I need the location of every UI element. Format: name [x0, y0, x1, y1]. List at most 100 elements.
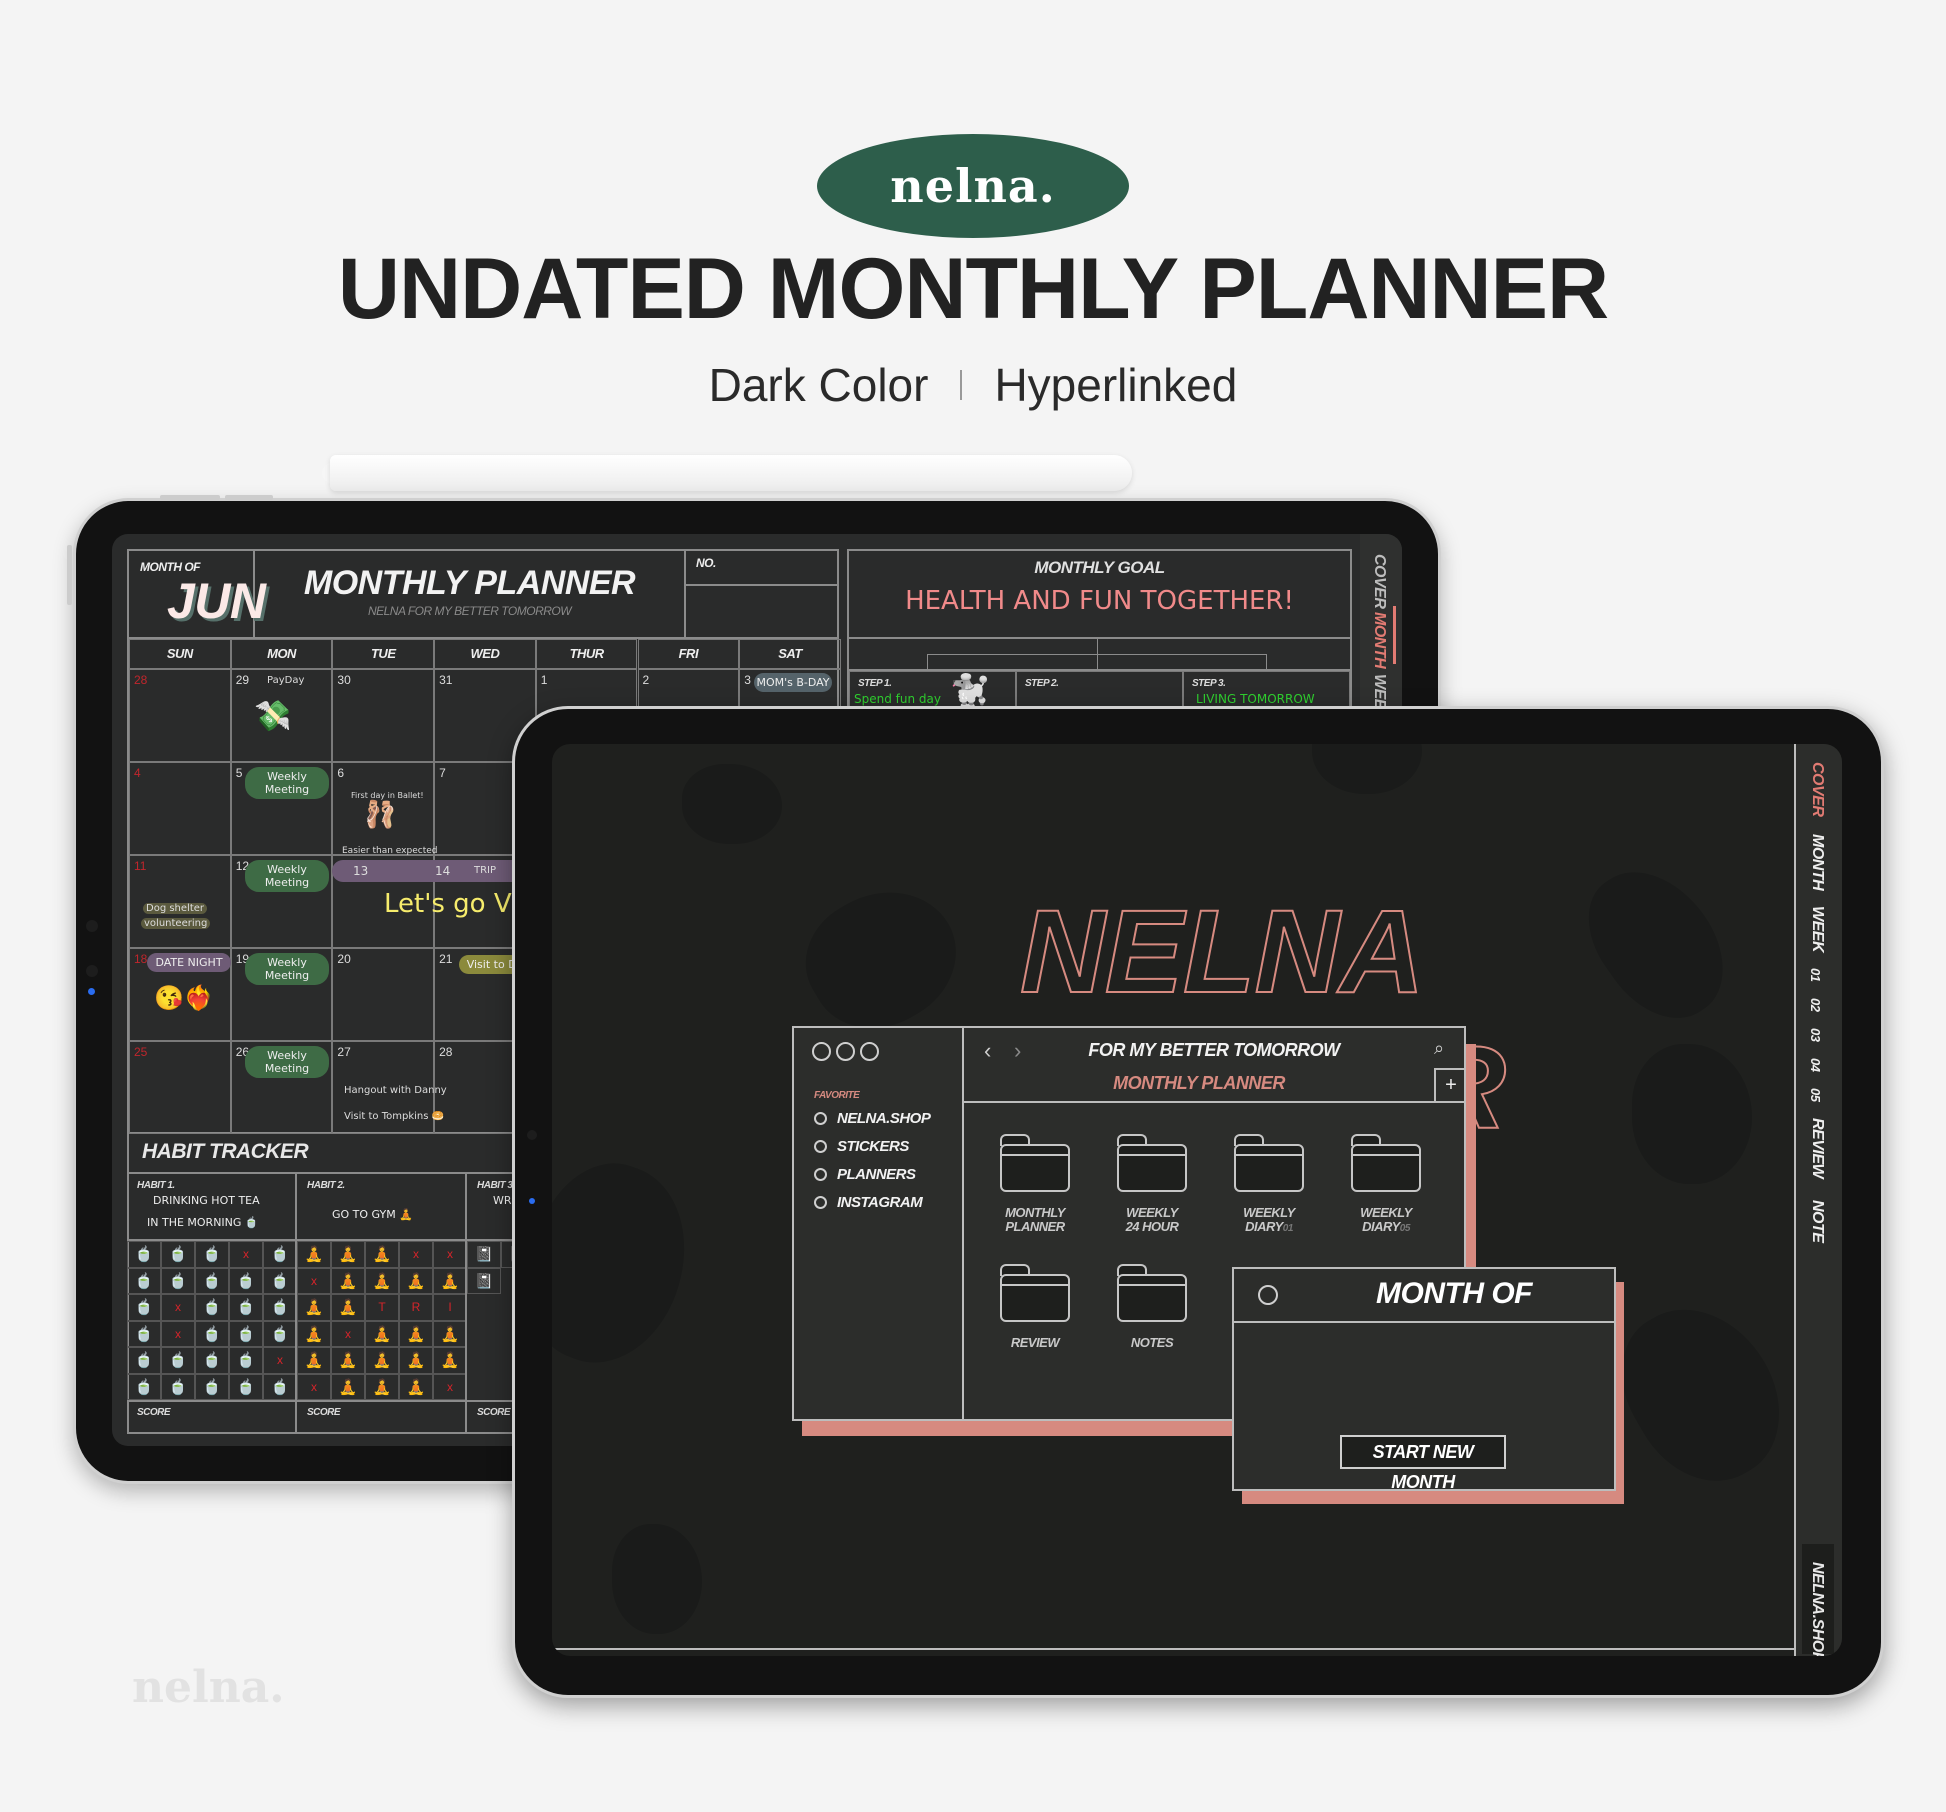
habit-check-cell[interactable]: 🍵: [127, 1294, 161, 1321]
habit-check-cell[interactable]: 🍵: [195, 1320, 229, 1347]
calendar-day-cell[interactable]: 25: [129, 1041, 231, 1134]
calendar-day-cell[interactable]: 11: [129, 855, 231, 948]
habit-check-cell[interactable]: 🍵: [195, 1373, 229, 1400]
folder-label[interactable]: WEEKLY DIARY05: [1331, 1206, 1441, 1236]
tab-note[interactable]: NOTE: [1808, 1200, 1826, 1242]
habit-check-cell[interactable]: 🧘: [297, 1241, 331, 1268]
habit-check-cell[interactable]: 🍵: [195, 1347, 229, 1374]
folder-label[interactable]: WEEKLY DIARY01: [1214, 1206, 1324, 1236]
habit-check-cell[interactable]: 🧘: [365, 1241, 399, 1268]
tab-04[interactable]: 04: [1808, 1058, 1823, 1071]
habit-check-cell[interactable]: I: [433, 1294, 465, 1321]
habit-check-cell[interactable]: x: [263, 1347, 295, 1374]
folder-icon[interactable]: [1351, 1134, 1421, 1192]
habit-check-cell[interactable]: 🍵: [229, 1267, 263, 1294]
habit-check-cell[interactable]: 🧘: [331, 1373, 365, 1400]
start-new-month-button[interactable]: START NEW MONTH: [1340, 1435, 1506, 1492]
favorite-item-instagram[interactable]: INSTAGRAM: [814, 1194, 930, 1211]
habit-check-cell[interactable]: 🍵: [161, 1267, 195, 1294]
event-weekly-meeting[interactable]: Weekly Meeting: [245, 953, 329, 985]
favorite-item-nelna-shop[interactable]: NELNA.SHOP: [814, 1110, 931, 1127]
calendar-day-cell[interactable]: 4: [129, 762, 231, 855]
event-weekly-meeting[interactable]: Weekly Meeting: [245, 1046, 329, 1078]
habit-check-cell[interactable]: x: [161, 1294, 195, 1321]
habit-check-cell[interactable]: x: [297, 1373, 331, 1400]
habit-check-cell[interactable]: 🧘: [399, 1320, 433, 1347]
calendar-day-cell[interactable]: 30: [332, 669, 435, 762]
habit-check-cell[interactable]: 🍵: [161, 1373, 195, 1400]
habit-check-cell[interactable]: 🧘: [297, 1294, 331, 1321]
favorite-item-planners[interactable]: PLANNERS: [814, 1166, 930, 1183]
habit-check-cell[interactable]: 🍵: [229, 1294, 263, 1321]
tab-cover[interactable]: COVER: [1370, 554, 1388, 608]
folder-icon[interactable]: [1000, 1264, 1070, 1322]
tab-05[interactable]: 05: [1808, 1088, 1823, 1101]
habit-check-cell[interactable]: T: [365, 1294, 399, 1321]
event-vacation[interactable]: Let's go VI: [384, 889, 519, 919]
tab-review[interactable]: REVIEW: [1808, 1118, 1826, 1178]
habit-check-cell[interactable]: 🧘: [365, 1320, 399, 1347]
month-window-close-button[interactable]: [1258, 1285, 1278, 1305]
habit-check-cell[interactable]: 🧘: [297, 1347, 331, 1374]
event-weekly-meeting[interactable]: Weekly Meeting: [245, 860, 329, 892]
tab-02[interactable]: 02: [1808, 998, 1823, 1011]
habit-check-cell[interactable]: 🍵: [127, 1347, 161, 1374]
habit-check-cell[interactable]: 🍵: [127, 1267, 161, 1294]
habit-check-cell[interactable]: 🍵: [263, 1267, 295, 1294]
habit-check-cell[interactable]: x: [399, 1241, 433, 1268]
folder-label[interactable]: REVIEW: [980, 1336, 1090, 1350]
habit-check-cell[interactable]: 🧘: [297, 1320, 331, 1347]
habit-check-cell[interactable]: 🍵: [229, 1347, 263, 1374]
habit-check-cell[interactable]: 🍵: [161, 1241, 195, 1268]
tab-cover[interactable]: COVER: [1808, 762, 1826, 816]
habit-check-cell[interactable]: 🧘: [331, 1347, 365, 1374]
habit-check-cell[interactable]: 🍵: [263, 1241, 295, 1268]
habit-text[interactable]: DRINKING HOT TEA: [153, 1194, 260, 1207]
habit-check-cell[interactable]: 🍵: [263, 1294, 295, 1321]
window-maximize-button[interactable]: [860, 1042, 879, 1061]
tab-01[interactable]: 01: [1808, 968, 1823, 981]
habit-check-cell[interactable]: x: [331, 1320, 365, 1347]
event-weekly-meeting[interactable]: Weekly Meeting: [245, 767, 329, 799]
habit-check-cell[interactable]: 🧘: [433, 1320, 465, 1347]
habit-check-cell[interactable]: x: [297, 1267, 331, 1294]
habit-check-cell[interactable]: 🍵: [195, 1294, 229, 1321]
search-icon[interactable]: ⌕: [1434, 1038, 1444, 1059]
habit-check-cell[interactable]: 🧘: [399, 1373, 433, 1400]
folder-icon[interactable]: [1117, 1134, 1187, 1192]
habit-check-cell[interactable]: x: [161, 1320, 195, 1347]
habit-check-cell[interactable]: 🍵: [127, 1241, 161, 1268]
habit-check-cell[interactable]: x: [229, 1241, 263, 1268]
tab-week[interactable]: WEEK: [1808, 906, 1826, 952]
habit-text[interactable]: IN THE MORNING 🍵: [147, 1216, 259, 1229]
month-name[interactable]: JUN: [167, 572, 266, 630]
event-date-night[interactable]: DATE NIGHT: [147, 953, 231, 972]
folder-label[interactable]: WEEKLY 24 HOUR: [1097, 1206, 1207, 1234]
tab-nelna-shop[interactable]: NELNA.SHOP: [1808, 1562, 1826, 1656]
habit-check-cell[interactable]: 🍵: [229, 1320, 263, 1347]
habit-check-cell[interactable]: 🍵: [263, 1320, 295, 1347]
habit-check-cell[interactable]: 🧘: [433, 1267, 465, 1294]
habit-check-cell[interactable]: 🍵: [161, 1347, 195, 1374]
window-close-button[interactable]: [812, 1042, 831, 1061]
favorite-item-stickers[interactable]: STICKERS: [814, 1138, 930, 1155]
add-tab-button[interactable]: +: [1434, 1068, 1466, 1102]
habit-check-cell[interactable]: 🍵: [263, 1373, 295, 1400]
event-moms-bday[interactable]: MOM's B-DAY: [754, 673, 832, 692]
habit-check-cell[interactable]: 🧘: [433, 1347, 465, 1374]
tab-week[interactable]: WEE: [1370, 674, 1388, 709]
folder-icon[interactable]: [1000, 1134, 1070, 1192]
habit-check-cell[interactable]: x: [433, 1373, 465, 1400]
habit-text[interactable]: GO TO GYM 🧘: [332, 1208, 413, 1221]
habit-check-cell[interactable]: 🧘: [399, 1347, 433, 1374]
habit-check-cell[interactable]: 🧘: [331, 1294, 365, 1321]
monthly-goal-text[interactable]: HEALTH AND FUN TOGETHER!: [847, 586, 1352, 616]
habit-check-cell[interactable]: 🧘: [399, 1267, 433, 1294]
folder-label[interactable]: MONTHLY PLANNER: [980, 1206, 1090, 1234]
tab-03[interactable]: 03: [1808, 1028, 1823, 1041]
habit-check-cell[interactable]: 🍵: [127, 1373, 161, 1400]
habit-check-cell[interactable]: 🍵: [195, 1241, 229, 1268]
tab-month[interactable]: MONTH: [1808, 834, 1826, 890]
folder-label[interactable]: NOTES: [1097, 1336, 1207, 1350]
habit-check-cell[interactable]: 🧘: [331, 1267, 365, 1294]
